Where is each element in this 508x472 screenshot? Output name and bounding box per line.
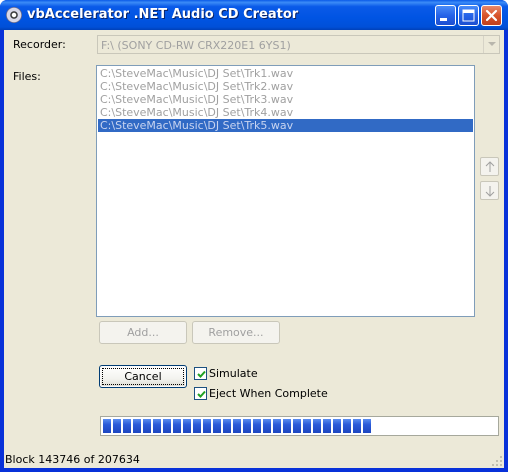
progress-segment bbox=[143, 419, 151, 433]
minimize-icon bbox=[440, 18, 447, 21]
progress-segment bbox=[333, 419, 341, 433]
add-button[interactable]: Add... bbox=[99, 321, 187, 344]
recorder-value: F:\ (SONY CD-RW CRX220E1 6YS1) bbox=[101, 39, 291, 52]
progress-segment bbox=[133, 419, 141, 433]
close-button[interactable] bbox=[481, 5, 502, 26]
maximize-icon bbox=[462, 9, 475, 22]
close-icon bbox=[485, 9, 498, 22]
progress-segment bbox=[213, 419, 221, 433]
progress-segment bbox=[153, 419, 161, 433]
progress-segment bbox=[263, 419, 271, 433]
progress-segment bbox=[243, 419, 251, 433]
app-window: vbAccelerator .NET Audio CD Creator Reco… bbox=[0, 0, 508, 472]
progress-segment bbox=[183, 419, 191, 433]
move-down-button[interactable] bbox=[480, 181, 499, 200]
eject-checkbox[interactable] bbox=[194, 387, 207, 400]
recorder-dropdown-button[interactable] bbox=[483, 36, 499, 53]
list-item[interactable]: C:\SteveMac\Music\DJ Set\Trk3.wav bbox=[98, 93, 473, 106]
progress-segment bbox=[163, 419, 171, 433]
checkmark-icon bbox=[197, 370, 206, 378]
minimize-button[interactable] bbox=[435, 5, 456, 26]
progress-segment bbox=[303, 419, 311, 433]
progress-segment bbox=[323, 419, 331, 433]
list-item[interactable]: C:\SteveMac\Music\DJ Set\Trk1.wav bbox=[98, 67, 473, 80]
progress-segment bbox=[343, 419, 351, 433]
chevron-down-icon bbox=[488, 42, 496, 46]
progress-segment bbox=[203, 419, 211, 433]
progress-segment bbox=[193, 419, 201, 433]
progress-segment bbox=[113, 419, 121, 433]
files-label: Files: bbox=[13, 70, 41, 83]
window-title: vbAccelerator .NET Audio CD Creator bbox=[27, 7, 299, 22]
cd-icon bbox=[6, 7, 22, 23]
cancel-button[interactable]: Cancel bbox=[99, 365, 187, 388]
list-item-selected[interactable]: C:\SteveMac\Music\DJ Set\Trk5.wav bbox=[98, 119, 473, 132]
progress-fill bbox=[103, 419, 375, 433]
progress-segment bbox=[173, 419, 181, 433]
progress-segment bbox=[313, 419, 321, 433]
arrow-down-icon bbox=[485, 186, 495, 197]
progress-bar bbox=[100, 416, 499, 436]
title-bar[interactable]: vbAccelerator .NET Audio CD Creator bbox=[0, 0, 508, 30]
progress-segment bbox=[253, 419, 261, 433]
progress-segment bbox=[363, 419, 371, 433]
progress-segment bbox=[293, 419, 301, 433]
progress-segment bbox=[233, 419, 241, 433]
dialog-body: Recorder: F:\ (SONY CD-RW CRX220E1 6YS1)… bbox=[4, 30, 504, 468]
recorder-label: Recorder: bbox=[13, 38, 66, 51]
progress-segment bbox=[283, 419, 291, 433]
resize-grip-icon[interactable] bbox=[491, 455, 503, 467]
files-list[interactable]: C:\SteveMac\Music\DJ Set\Trk1.wav C:\Ste… bbox=[96, 65, 475, 317]
progress-segment bbox=[103, 419, 111, 433]
checkmark-icon bbox=[197, 390, 206, 398]
progress-segment bbox=[223, 419, 231, 433]
recorder-select[interactable]: F:\ (SONY CD-RW CRX220E1 6YS1) bbox=[97, 35, 500, 54]
simulate-checkbox[interactable] bbox=[194, 367, 207, 380]
progress-segment bbox=[353, 419, 361, 433]
maximize-button[interactable] bbox=[458, 5, 479, 26]
progress-segment bbox=[273, 419, 281, 433]
move-up-button[interactable] bbox=[480, 157, 499, 176]
progress-segment bbox=[123, 419, 131, 433]
remove-button[interactable]: Remove... bbox=[192, 321, 280, 344]
simulate-label[interactable]: Simulate bbox=[209, 367, 258, 380]
eject-label[interactable]: Eject When Complete bbox=[209, 387, 328, 400]
status-text: Block 143746 of 207634 bbox=[5, 453, 140, 466]
arrow-up-icon bbox=[485, 161, 495, 172]
list-item[interactable]: C:\SteveMac\Music\DJ Set\Trk4.wav bbox=[98, 106, 473, 119]
list-item[interactable]: C:\SteveMac\Music\DJ Set\Trk2.wav bbox=[98, 80, 473, 93]
